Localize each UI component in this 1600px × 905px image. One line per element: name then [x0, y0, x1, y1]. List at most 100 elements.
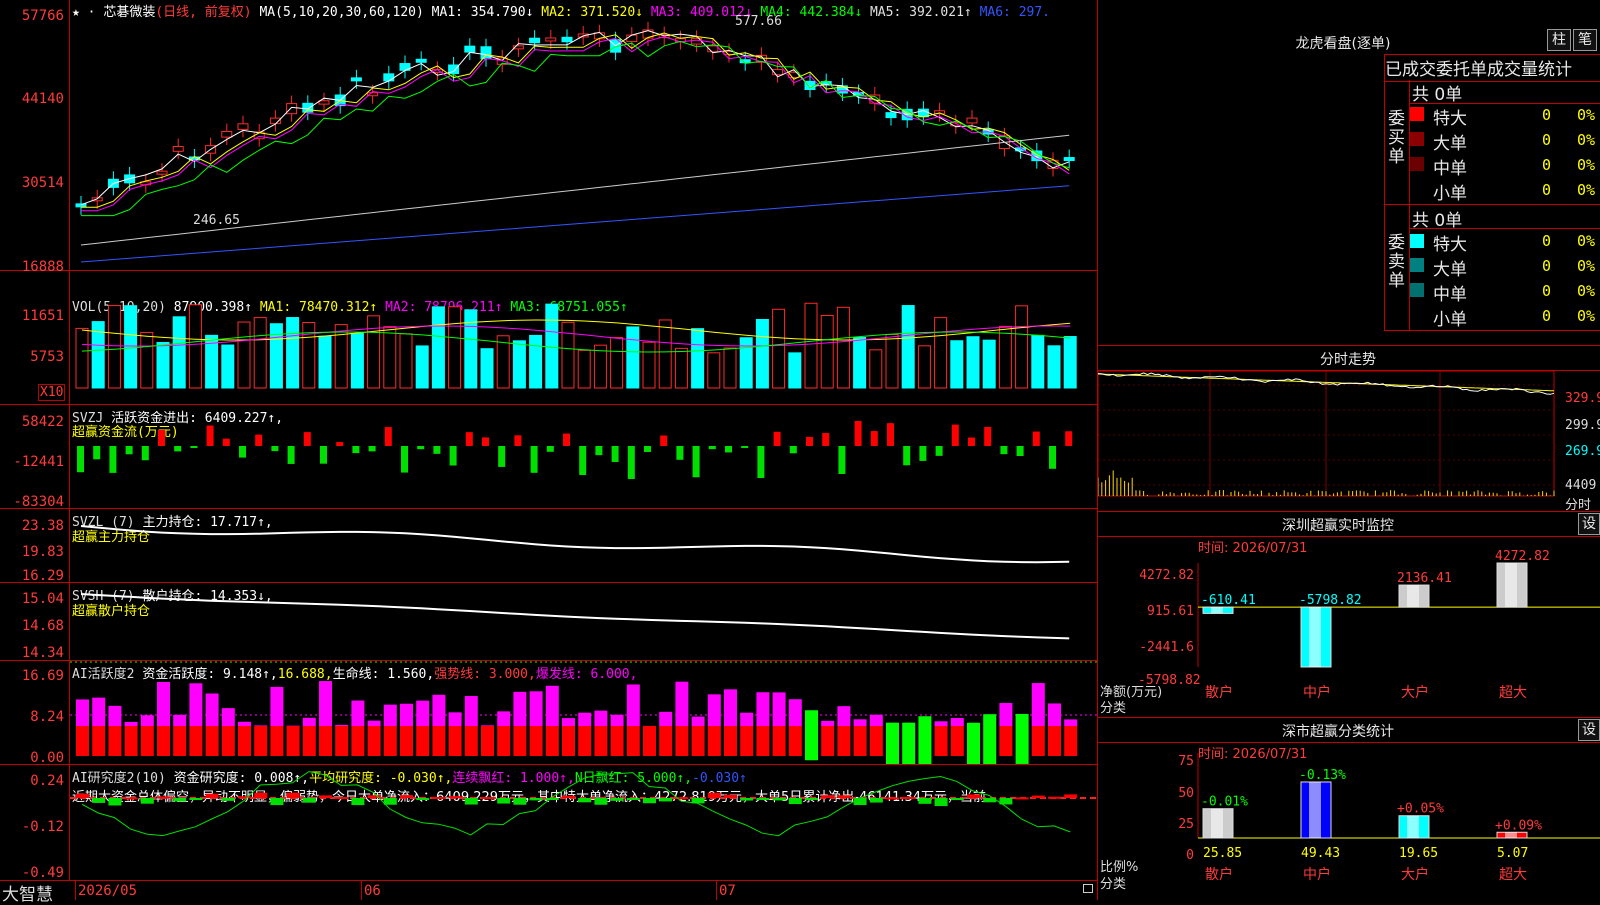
flow-bar [693, 446, 700, 477]
activity-bar [967, 723, 980, 764]
activity-bar [157, 682, 170, 726]
date-label: 07 [719, 883, 736, 899]
ai1-axis-label: 0.00 [2, 750, 64, 766]
buy-color-l [1410, 132, 1424, 146]
research-bar [173, 798, 186, 801]
chart-bar-highlight [1211, 809, 1223, 838]
volume-bar [951, 341, 963, 388]
tab-volume[interactable]: 成交量 [1487, 60, 1538, 80]
volume-bar [918, 346, 930, 388]
candle [287, 104, 297, 114]
volume-bar [173, 317, 185, 388]
activity-bar [773, 692, 786, 726]
activity-bar [416, 701, 429, 726]
low-price-marker: 246.65 [193, 213, 240, 228]
flow-bar [417, 446, 424, 449]
volume-bar [659, 320, 671, 388]
main-holding-chart[interactable] [70, 508, 1097, 582]
tab-stats[interactable]: 统计 [1538, 60, 1572, 80]
flow-bar [239, 446, 246, 458]
svzj-axis-label: 58422 [2, 414, 64, 430]
buy-row-pct: 0% [1577, 156, 1595, 174]
activity-bar [335, 725, 348, 726]
volume-bar [400, 334, 412, 388]
lock-icon[interactable] [1083, 884, 1093, 893]
price-axis-label: 16888 [2, 259, 64, 275]
monitor-bar-chart[interactable]: -610.41散户-5798.82中户2136.41大户4272.82超大 [1098, 537, 1600, 717]
sell-row-pct: 0% [1577, 307, 1595, 325]
activity-bar [935, 721, 948, 726]
research-bar [935, 798, 948, 806]
buy-total: 共 0单 [1412, 80, 1462, 105]
research-bar [238, 796, 251, 798]
flow-bar [320, 446, 327, 464]
chart-bar-highlight [1407, 816, 1419, 838]
sell-row-count: 0 [1542, 232, 1551, 250]
flow-bar [790, 446, 797, 453]
stats-settings-button[interactable]: 设 [1578, 719, 1600, 741]
svsh-axis-label: 14.34 [2, 645, 64, 661]
activity-bar [481, 725, 494, 726]
activity-bar [351, 701, 364, 726]
activity-chart[interactable] [70, 660, 1097, 764]
flow-bar [1065, 431, 1072, 446]
activity-bar [125, 722, 138, 726]
volume-bar [1064, 337, 1076, 388]
flow-bar [271, 446, 278, 451]
activity-bar [562, 718, 575, 726]
volume-bar [222, 345, 234, 388]
flow-bar [952, 425, 959, 446]
fund-flow-chart[interactable] [70, 404, 1097, 508]
buy-row-count: 0 [1542, 156, 1551, 174]
svsh-axis-label: 15.04 [2, 591, 64, 607]
activity-bar [254, 725, 267, 726]
candle [481, 47, 491, 59]
order-tabs: 已成交委托单成交量统计 [1384, 54, 1600, 82]
stats-bar-chart[interactable]: -0.01%散户25.85-0.13%中户49.43+0.05%大户19.65+… [1098, 743, 1600, 900]
activity-bar [497, 726, 510, 756]
candlestick-chart[interactable] [70, 0, 1097, 270]
activity-bar [627, 684, 640, 726]
bar-view-button[interactable]: 柱 [1547, 29, 1571, 51]
vol-scale-badge[interactable]: X10 [38, 384, 65, 401]
flow-bar [369, 446, 376, 451]
flow-bar [158, 430, 165, 446]
retail-holding-chart[interactable] [70, 582, 1097, 660]
research-bar [125, 797, 138, 799]
brand-logo[interactable]: 大智慧 [2, 880, 53, 905]
volume-bar [319, 336, 331, 388]
main-chart-area[interactable]: ★ · 芯碁微装(日线, 前复权) MA(5,10,20,30,60,120) … [0, 0, 1097, 900]
research-bar [92, 798, 105, 803]
volume-bar [465, 310, 477, 388]
activity-bar [173, 726, 186, 756]
research-bar [1064, 794, 1077, 798]
chart-category-label: 超大 [1499, 867, 1527, 883]
chart-bar-group [1399, 816, 1429, 838]
volume-chart[interactable] [70, 270, 1097, 404]
activity-bar [513, 726, 526, 756]
activity-bar [1048, 726, 1061, 756]
pen-view-button[interactable]: 笔 [1573, 29, 1597, 51]
activity-bar [562, 726, 575, 756]
activity-bar [1048, 703, 1061, 726]
research-bar [1032, 796, 1045, 798]
tab-filled[interactable]: 已成交 [1385, 60, 1436, 80]
research-chart[interactable] [70, 764, 1097, 880]
monitor-settings-button[interactable]: 设 [1578, 513, 1600, 535]
activity-bar [238, 726, 251, 756]
volume-bar [805, 303, 817, 388]
volume-bar [643, 342, 655, 388]
tab-orders[interactable]: 委托单 [1436, 60, 1487, 80]
activity-bar [756, 726, 769, 756]
research-bar [805, 798, 818, 800]
intraday-chart[interactable] [1098, 371, 1600, 511]
flow-bar [579, 446, 586, 475]
activity-bar [886, 723, 899, 764]
candle [238, 124, 248, 130]
research-bar [351, 798, 364, 805]
activity-bar [270, 726, 283, 756]
candle [319, 101, 329, 104]
candle [303, 103, 313, 112]
flow-bar [207, 426, 214, 446]
activity-bar [692, 726, 705, 756]
